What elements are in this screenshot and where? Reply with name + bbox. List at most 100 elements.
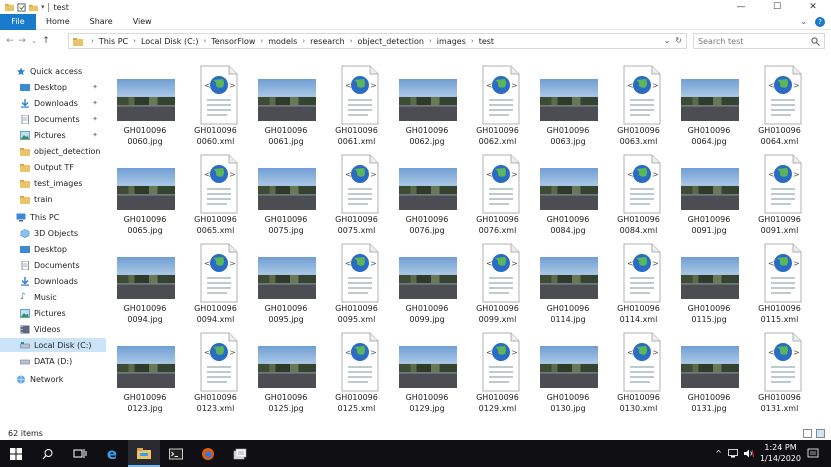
customize-toolbar-chevron-icon[interactable]: ▾ — [41, 3, 45, 11]
tab-view[interactable]: View — [123, 17, 162, 26]
file-item[interactable]: < > GH010096 0063.xml — [606, 62, 672, 150]
sidebar-item-3d-objects[interactable]: 3D Objects — [0, 226, 106, 240]
file-item[interactable]: < > GH010096 0084.xml — [606, 151, 672, 239]
file-item[interactable]: GH010096 0084.jpg — [535, 151, 601, 239]
file-item[interactable]: < > GH010096 0125.xml — [324, 329, 390, 417]
pin-icon[interactable]: ✦ — [92, 83, 98, 91]
volume-icon[interactable] — [743, 449, 754, 458]
expand-ribbon-icon[interactable]: ⌄ — [800, 17, 807, 27]
breadcrumb-research[interactable]: research — [310, 37, 345, 46]
file-item[interactable]: < > GH010096 0115.xml — [747, 240, 813, 328]
sidebar-item-output-tf[interactable]: Output TF — [0, 160, 106, 174]
file-item[interactable]: GH010096 0064.jpg — [676, 62, 742, 150]
sidebar-item-network[interactable]: Network — [0, 372, 106, 386]
tab-file[interactable]: File — [0, 13, 36, 30]
file-item[interactable]: < > GH010096 0075.xml — [324, 151, 390, 239]
file-item[interactable]: < > GH010096 0130.xml — [606, 329, 672, 417]
breadcrumb-chevron-icon[interactable]: › — [260, 37, 263, 45]
pin-icon[interactable]: ✦ — [92, 99, 98, 107]
file-item[interactable]: GH010096 0131.jpg — [676, 329, 742, 417]
sidebar-item-downloads[interactable]: Downloads — [0, 274, 106, 288]
file-item[interactable]: GH010096 0094.jpg — [112, 240, 178, 328]
sidebar-item-documents[interactable]: Documents — [0, 258, 106, 272]
breadcrumb-chevron-icon[interactable]: › — [203, 37, 206, 45]
file-item[interactable]: < > GH010096 0114.xml — [606, 240, 672, 328]
file-item[interactable]: < > GH010096 0064.xml — [747, 62, 813, 150]
file-item[interactable]: < > GH010096 0060.xml — [183, 62, 249, 150]
breadcrumb-chevron-icon[interactable]: › — [133, 37, 136, 45]
terminal-button[interactable] — [160, 440, 192, 467]
file-item[interactable]: < > GH010096 0076.xml — [465, 151, 531, 239]
file-explorer-button[interactable] — [128, 440, 160, 467]
sidebar-item-quick-access[interactable]: Quick access — [0, 64, 106, 78]
details-view-icon[interactable] — [803, 429, 812, 438]
file-item[interactable]: GH010096 0115.jpg — [676, 240, 742, 328]
refresh-icon[interactable]: ↻ — [675, 36, 682, 45]
sidebar-item-pictures-quick[interactable]: Pictures ✦ — [0, 128, 106, 142]
breadcrumb-object-detection[interactable]: object_detection — [358, 37, 424, 46]
breadcrumb-images[interactable]: images — [437, 37, 466, 46]
file-item[interactable]: < > GH010096 0095.xml — [324, 240, 390, 328]
new-folder-icon[interactable] — [29, 3, 38, 12]
file-item[interactable]: GH010096 0125.jpg — [253, 329, 319, 417]
file-item[interactable]: GH010096 0099.jpg — [394, 240, 460, 328]
breadcrumb-chevron-icon[interactable]: › — [91, 37, 94, 45]
search-input[interactable]: Search test — [698, 37, 743, 46]
file-item[interactable]: GH010096 0061.jpg — [253, 62, 319, 150]
file-item[interactable]: GH010096 0095.jpg — [253, 240, 319, 328]
file-item[interactable]: GH010096 0063.jpg — [535, 62, 601, 150]
forward-arrow-icon[interactable]: → — [16, 36, 28, 46]
network-tray-icon[interactable] — [728, 448, 738, 458]
sidebar-item-this-pc[interactable]: This PC — [0, 210, 106, 224]
breadcrumb-chevron-icon[interactable]: › — [302, 37, 305, 45]
file-item[interactable]: GH010096 0076.jpg — [394, 151, 460, 239]
sidebar-item-object-detection[interactable]: object_detection — [0, 144, 106, 158]
file-item[interactable]: < > GH010096 0062.xml — [465, 62, 531, 150]
file-item[interactable]: < > GH010096 0094.xml — [183, 240, 249, 328]
close-button[interactable]: ✕ — [795, 0, 831, 14]
breadcrumb-tensorflow[interactable]: TensorFlow — [211, 37, 255, 46]
search-box[interactable]: Search test — [693, 33, 825, 49]
address-dropdown-icon[interactable]: ⌄ — [664, 36, 671, 45]
sidebar-item-test-images[interactable]: test_images — [0, 176, 106, 190]
back-arrow-icon[interactable]: ← — [4, 36, 16, 46]
file-item[interactable]: < > GH010096 0129.xml — [465, 329, 531, 417]
file-item[interactable]: GH010096 0060.jpg — [112, 62, 178, 150]
sidebar-item-desktop[interactable]: Desktop — [0, 242, 106, 256]
maximize-button[interactable]: ☐ — [759, 0, 795, 14]
file-item[interactable]: < > GH010096 0123.xml — [183, 329, 249, 417]
file-item[interactable]: GH010096 0130.jpg — [535, 329, 601, 417]
edge-button[interactable]: e — [96, 440, 128, 467]
breadcrumb-local-disk[interactable]: Local Disk (C:) — [141, 37, 199, 46]
pin-icon[interactable]: ✦ — [92, 131, 98, 139]
file-item[interactable]: GH010096 0114.jpg — [535, 240, 601, 328]
tab-home[interactable]: Home — [36, 17, 80, 26]
file-item[interactable]: GH010096 0065.jpg — [112, 151, 178, 239]
help-icon[interactable]: ? — [815, 17, 825, 27]
large-icons-view-icon[interactable] — [816, 429, 825, 438]
taskbar-search-button[interactable] — [32, 440, 64, 467]
file-item[interactable]: GH010096 0062.jpg — [394, 62, 460, 150]
breadcrumb-models[interactable]: models — [268, 37, 297, 46]
sidebar-item-local-disk[interactable]: Local Disk (C:) — [0, 338, 106, 352]
sidebar-item-desktop-quick[interactable]: Desktop ✦ — [0, 80, 106, 94]
up-arrow-icon[interactable]: ↑ — [40, 36, 52, 46]
minimize-button[interactable]: — — [723, 0, 759, 14]
show-hidden-icons-chevron-icon[interactable]: ^ — [715, 449, 722, 458]
file-item[interactable]: GH010096 0123.jpg — [112, 329, 178, 417]
pin-icon[interactable]: ✦ — [92, 115, 98, 123]
sidebar-item-documents-quick[interactable]: Documents ✦ — [0, 112, 106, 126]
task-view-button[interactable] — [64, 440, 96, 467]
breadcrumb-chevron-icon[interactable]: › — [429, 37, 432, 45]
action-center-icon[interactable] — [807, 448, 819, 459]
file-item[interactable]: < > GH010096 0061.xml — [324, 62, 390, 150]
file-item[interactable]: < > GH010096 0091.xml — [747, 151, 813, 239]
breadcrumb-chevron-icon[interactable]: › — [471, 37, 474, 45]
firefox-button[interactable] — [192, 440, 224, 467]
file-item[interactable]: GH010096 0129.jpg — [394, 329, 460, 417]
breadcrumb-this-pc[interactable]: This PC — [99, 37, 128, 46]
properties-icon[interactable] — [17, 2, 26, 12]
notepad-button[interactable] — [224, 440, 256, 467]
breadcrumb-test[interactable]: test — [479, 37, 494, 46]
clock[interactable]: 1:24 PM 1/14/2020 — [760, 442, 801, 464]
